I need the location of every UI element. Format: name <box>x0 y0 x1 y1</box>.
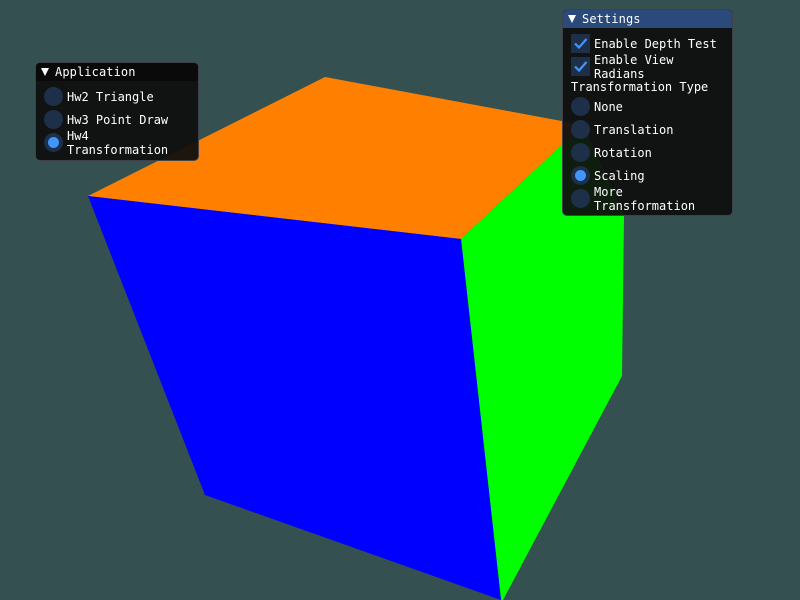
radio-translation[interactable]: Translation <box>571 118 724 141</box>
application-title: Application <box>55 65 136 79</box>
radio-hw4-transformation[interactable]: Hw4 Transformation <box>44 128 190 157</box>
application-window[interactable]: Application Hw2 Triangle Hw3 Point Draw … <box>35 62 199 161</box>
radio-more-transformation[interactable]: More Transformation <box>571 184 724 213</box>
application-title-bar[interactable]: Application <box>36 63 198 81</box>
radio-label: Translation <box>594 122 674 137</box>
radio-button-icon[interactable] <box>571 143 590 162</box>
checkbox-enable-view-radians[interactable]: Enable View Radians <box>571 52 724 81</box>
radio-label: Hw2 Triangle <box>67 89 154 104</box>
radio-none[interactable]: None <box>571 95 724 118</box>
settings-title-bar[interactable]: Settings <box>563 10 732 28</box>
checkmark-icon <box>574 61 588 73</box>
radio-hw2-triangle[interactable]: Hw2 Triangle <box>44 85 190 108</box>
radio-button-icon[interactable] <box>44 87 63 106</box>
radio-label: More Transformation <box>594 184 696 213</box>
settings-title: Settings <box>582 12 641 26</box>
settings-window[interactable]: Settings Enable Depth Test Enable View R… <box>562 9 733 216</box>
radio-label: Scaling <box>594 168 645 183</box>
radio-button-icon[interactable] <box>571 97 590 116</box>
radio-selected-dot <box>575 170 586 181</box>
radio-label: Rotation <box>594 145 652 160</box>
transformation-type-label: Transformation Type <box>571 79 709 94</box>
radio-button-icon[interactable] <box>44 110 63 129</box>
cube-front-face <box>88 196 501 600</box>
checkbox-icon[interactable] <box>571 57 590 76</box>
checkbox-label: Enable View Radians <box>594 52 674 81</box>
radio-label: Hw4 Transformation <box>67 128 169 157</box>
checkbox-icon[interactable] <box>571 34 590 53</box>
radio-button-icon[interactable] <box>571 120 590 139</box>
radio-button-icon[interactable] <box>44 133 63 152</box>
radio-button-icon[interactable] <box>571 189 590 208</box>
checkmark-icon <box>574 38 588 50</box>
radio-button-icon[interactable] <box>571 166 590 185</box>
collapse-triangle-icon[interactable] <box>41 68 49 76</box>
radio-label: Hw3 Point Draw <box>67 112 169 127</box>
checkbox-label: Enable Depth Test <box>594 36 717 51</box>
collapse-triangle-icon[interactable] <box>568 15 576 23</box>
radio-rotation[interactable]: Rotation <box>571 141 724 164</box>
transformation-type-heading: Transformation Type <box>571 78 724 95</box>
radio-label: None <box>594 99 623 114</box>
radio-selected-dot <box>48 137 59 148</box>
